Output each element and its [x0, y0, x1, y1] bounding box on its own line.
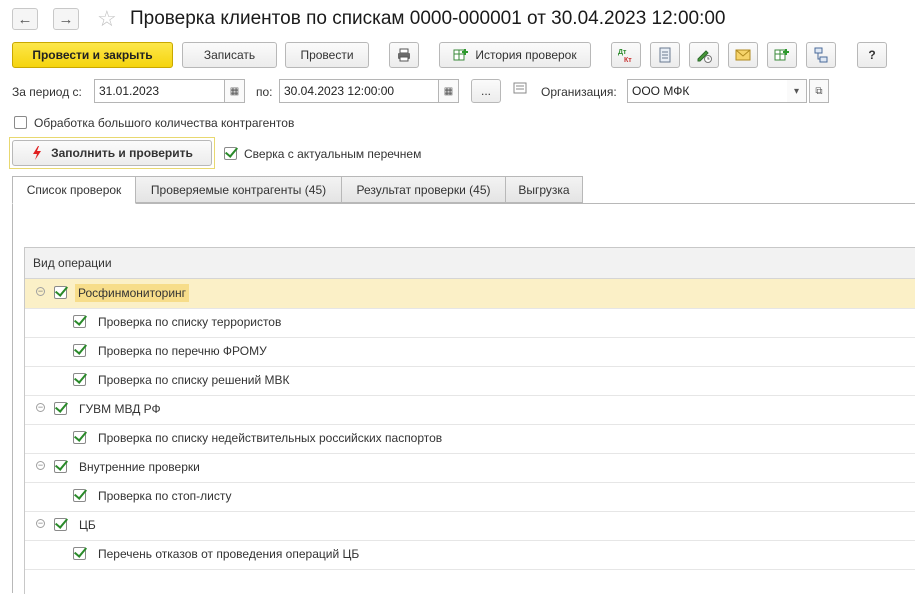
collapse-icon[interactable]: −	[36, 287, 45, 296]
tab-panel-top-border	[12, 203, 915, 204]
history-button[interactable]: История проверок	[439, 42, 591, 68]
tab-export[interactable]: Выгрузка	[505, 176, 583, 203]
row-label: Проверка по списку террористов	[98, 315, 282, 329]
calendar-to-button[interactable]: ▦	[439, 79, 459, 103]
calendar-icon: ▦	[443, 85, 454, 97]
post-and-close-button[interactable]: Провести и закрыть	[12, 42, 173, 68]
favorite-star-icon[interactable]: ☆	[97, 6, 117, 32]
organization-label: Организация:	[541, 85, 617, 99]
collapse-icon[interactable]: −	[36, 461, 45, 470]
tab-check-result[interactable]: Результат проверки (45)	[341, 176, 506, 203]
note-icon[interactable]	[513, 82, 527, 97]
chevron-down-icon: ▾	[793, 85, 800, 97]
row-label: Перечень отказов от проведения операций …	[98, 547, 360, 561]
tree-row[interactable]: − Внутренние проверки	[25, 453, 915, 483]
table-add-icon	[453, 49, 469, 61]
row-checkbox[interactable]	[73, 344, 86, 357]
fill-and-check-button[interactable]: Заполнить и проверить	[12, 140, 212, 166]
table-add-icon	[774, 49, 789, 61]
sverka-checkbox[interactable]	[224, 147, 237, 160]
lightning-icon	[33, 146, 42, 160]
bulk-processing-label: Обработка большого количества контрагент…	[34, 116, 295, 130]
dt-kt-button[interactable]: Дт Кт	[611, 42, 641, 68]
page-title: Проверка клиентов по спискам 0000-000001…	[130, 8, 726, 29]
open-icon: ⧉	[815, 85, 823, 97]
print-button[interactable]	[389, 42, 419, 68]
row-label: Росфинмониторинг	[75, 284, 190, 302]
row-label: Проверка по стоп-листу	[98, 489, 232, 503]
help-button[interactable]: ?	[857, 42, 887, 68]
svg-text:Кт: Кт	[624, 57, 632, 63]
row-label: ГУВМ МВД РФ	[79, 402, 161, 416]
post-button[interactable]: Провести	[285, 42, 369, 68]
tree-row[interactable]: − ЦБ	[25, 511, 915, 541]
row-checkbox[interactable]	[54, 518, 67, 531]
bulk-processing-checkbox[interactable]	[14, 116, 27, 129]
tree-row[interactable]: Проверка по списку решений МВК	[25, 366, 915, 396]
email-button[interactable]	[728, 42, 758, 68]
edit-schedule-button[interactable]	[689, 42, 719, 68]
period-select-button[interactable]: ...	[471, 79, 501, 103]
row-label: Внутренние проверки	[79, 460, 200, 474]
table-header: Вид операции	[25, 248, 915, 279]
row-label: Проверка по перечню ФРОМУ	[98, 344, 267, 358]
tree-row[interactable]: − ГУВМ МВД РФ	[25, 395, 915, 425]
structure-button[interactable]	[806, 42, 836, 68]
history-button-label: История проверок	[475, 48, 577, 62]
row-checkbox[interactable]	[54, 402, 67, 415]
operations-tree-table: Вид операции − Росфинмониторинг Проверка…	[24, 247, 915, 594]
row-checkbox[interactable]	[73, 373, 86, 386]
organization-field[interactable]: ООО МФК	[627, 79, 789, 103]
tree-row[interactable]: − Росфинмониторинг	[25, 279, 915, 309]
tab-counterparties[interactable]: Проверяемые контрагенты (45)	[135, 176, 342, 203]
dt-kt-icon: ДтКт	[618, 49, 632, 63]
period-from-label: За период с:	[12, 85, 82, 99]
period-to-field[interactable]: 30.04.2023 12:00:00	[279, 79, 439, 103]
tree-row[interactable]: Проверка по стоп-листу	[25, 482, 915, 512]
document-list-icon	[659, 47, 671, 63]
arrow-left-icon: ←	[17, 10, 33, 28]
tree-row[interactable]: Проверка по списку недействительных росс…	[25, 424, 915, 454]
row-checkbox[interactable]	[54, 460, 67, 473]
tab-panel-left-border	[12, 203, 13, 593]
tab-check-list[interactable]: Список проверок	[12, 176, 136, 204]
add-table-button[interactable]	[767, 42, 797, 68]
arrow-right-icon: →	[58, 10, 74, 28]
period-from-field[interactable]: 31.01.2023	[94, 79, 225, 103]
collapse-icon[interactable]: −	[36, 519, 45, 528]
calendar-from-button[interactable]: ▦	[225, 79, 245, 103]
tree-row[interactable]: Проверка по перечню ФРОМУ	[25, 337, 915, 367]
pencil-clock-icon	[697, 50, 712, 63]
collapse-icon[interactable]: −	[36, 403, 45, 412]
svg-text:Дт: Дт	[618, 49, 627, 56]
row-label: Проверка по списку решений МВК	[98, 373, 290, 387]
organization-dropdown-button[interactable]: ▾	[787, 79, 807, 103]
save-button[interactable]: Записать	[182, 42, 277, 68]
document-button[interactable]	[650, 42, 680, 68]
tree-row[interactable]: Перечень отказов от проведения операций …	[25, 540, 915, 570]
row-checkbox[interactable]	[73, 315, 86, 328]
envelope-icon	[735, 49, 751, 61]
row-checkbox[interactable]	[73, 431, 86, 444]
back-button[interactable]: ←	[12, 8, 38, 30]
row-checkbox[interactable]	[73, 489, 86, 502]
row-checkbox[interactable]	[73, 547, 86, 560]
organization-open-button[interactable]: ⧉	[809, 79, 829, 103]
forward-button[interactable]: →	[53, 8, 79, 30]
column-header-operation[interactable]: Вид операции	[33, 256, 112, 270]
row-checkbox[interactable]	[54, 286, 67, 299]
fill-and-check-label: Заполнить и проверить	[51, 146, 193, 160]
hierarchy-icon	[814, 47, 828, 63]
row-label: Проверка по списку недействительных росс…	[98, 431, 443, 445]
tree-row[interactable]: Проверка по списку террористов	[25, 308, 915, 338]
row-label: ЦБ	[79, 518, 96, 532]
printer-icon	[398, 48, 410, 62]
period-to-label: по:	[256, 85, 273, 99]
calendar-icon: ▦	[229, 85, 240, 97]
sverka-label: Сверка с актуальным перечнем	[244, 147, 422, 161]
